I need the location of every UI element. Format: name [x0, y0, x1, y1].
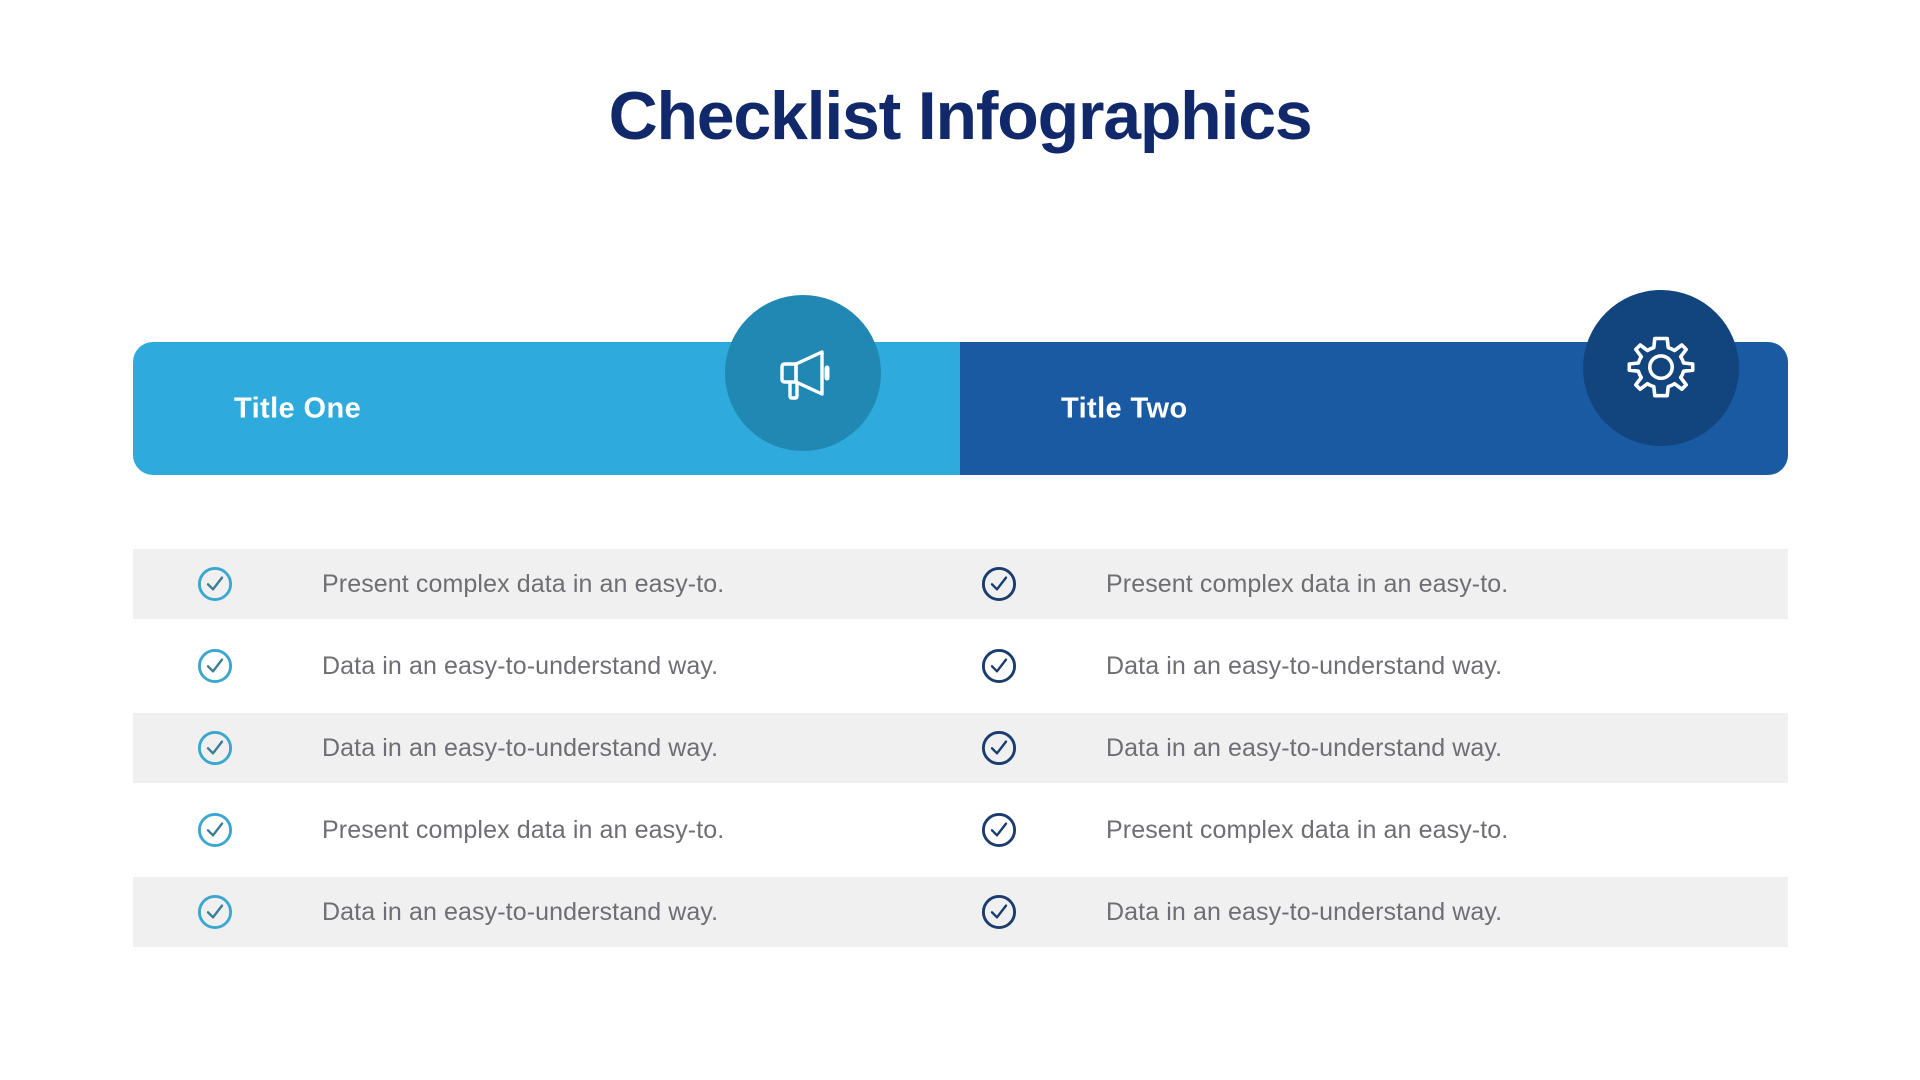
check-circle-icon: [980, 647, 1018, 685]
row-column-one: Present complex data in an easy-to.: [133, 795, 960, 865]
column-two-icon-badge[interactable]: [1583, 290, 1739, 446]
row-column-two: Data in an easy-to-understand way.: [960, 877, 1788, 947]
list-item: Present complex data in an easy-to.: [1106, 569, 1509, 598]
row-column-two: Present complex data in an easy-to.: [960, 795, 1788, 865]
list-item: Present complex data in an easy-to.: [1106, 815, 1509, 844]
megaphone-icon: [767, 337, 839, 409]
check-circle-icon: [980, 729, 1018, 767]
check-circle-icon: [980, 565, 1018, 603]
table-row: Present complex data in an easy-to. Pres…: [133, 549, 1788, 619]
check-circle-icon: [196, 565, 234, 603]
list-item: Data in an easy-to-understand way.: [322, 897, 719, 926]
column-one-icon-badge[interactable]: [725, 295, 881, 451]
row-column-two: Data in an easy-to-understand way.: [960, 631, 1788, 701]
page-title: Checklist Infographics: [608, 78, 1313, 154]
table-row: Data in an easy-to-understand way. Data …: [133, 631, 1788, 701]
column-headers: Title One Title Two: [133, 342, 1788, 475]
list-item: Present complex data in an easy-to.: [322, 569, 725, 598]
row-column-one: Present complex data in an easy-to.: [133, 549, 960, 619]
check-circle-icon: [196, 811, 234, 849]
check-circle-icon: [980, 811, 1018, 849]
row-column-one: Data in an easy-to-understand way.: [133, 877, 960, 947]
check-circle-icon: [196, 893, 234, 931]
table-row: Present complex data in an easy-to. Pres…: [133, 795, 1788, 865]
gear-icon: [1623, 330, 1699, 406]
list-item: Data in an easy-to-understand way.: [322, 733, 719, 762]
table-row: Data in an easy-to-understand way. Data …: [133, 713, 1788, 783]
list-item: Present complex data in an easy-to.: [322, 815, 725, 844]
checklist-rows: Present complex data in an easy-to. Pres…: [133, 549, 1788, 959]
column-two-title: Title Two: [1061, 392, 1188, 424]
list-item: Data in an easy-to-understand way.: [1106, 733, 1503, 762]
check-circle-icon: [196, 729, 234, 767]
row-column-two: Data in an easy-to-understand way.: [960, 713, 1788, 783]
row-column-one: Data in an easy-to-understand way.: [133, 631, 960, 701]
column-one-title: Title One: [234, 392, 362, 424]
slide-canvas: Checklist Infographics Title One Title T…: [0, 0, 1920, 1080]
check-circle-icon: [980, 893, 1018, 931]
list-item: Data in an easy-to-understand way.: [322, 651, 719, 680]
table-row: Data in an easy-to-understand way. Data …: [133, 877, 1788, 947]
row-column-one: Data in an easy-to-understand way.: [133, 713, 960, 783]
list-item: Data in an easy-to-understand way.: [1106, 651, 1503, 680]
check-circle-icon: [196, 647, 234, 685]
row-column-two: Present complex data in an easy-to.: [960, 549, 1788, 619]
list-item: Data in an easy-to-understand way.: [1106, 897, 1503, 926]
